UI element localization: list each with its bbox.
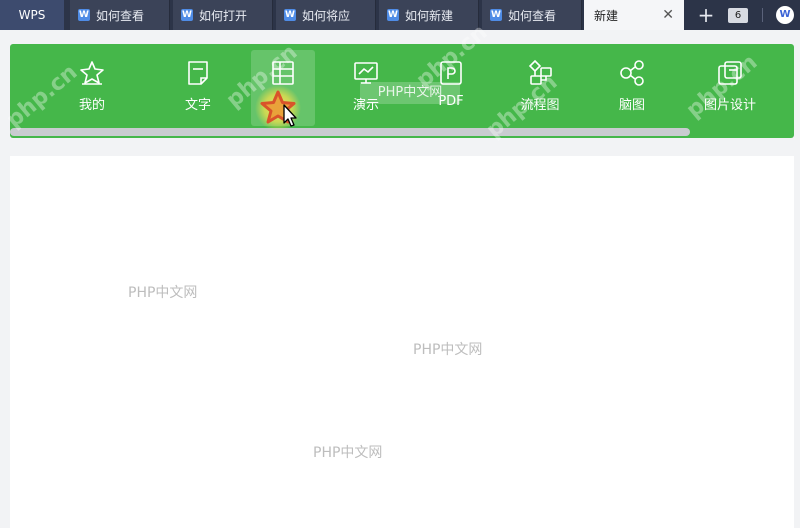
wps-writer-icon: W bbox=[181, 9, 193, 21]
watermark-overlay: PHP中文网 bbox=[360, 82, 460, 104]
category-label: 文字 bbox=[184, 98, 211, 113]
tab-label: 如何新建 bbox=[405, 8, 454, 23]
horizontal-scrollbar[interactable] bbox=[10, 128, 690, 136]
new-file-category-ribbon: 我的 文字 演示 PDF 流程图 脑图 图片设计 PHP中文网 php.cn p… bbox=[2, 20, 794, 143]
category-label: 我的 bbox=[78, 98, 105, 113]
wps-writer-icon: W bbox=[490, 9, 502, 21]
document-tab-2[interactable]: W 如何打开 bbox=[173, 0, 273, 30]
tab-label: 如何将应 bbox=[302, 8, 351, 23]
tab-label: 如何打开 bbox=[199, 8, 248, 23]
title-tab-bar: WPS W 如何查看 W 如何打开 W 如何将应 W 如何新建 W 如何查看 新… bbox=[0, 0, 800, 30]
category-label: 脑图 bbox=[618, 98, 645, 113]
tab-count-badge[interactable]: 6 bbox=[728, 8, 748, 23]
document-tab-4[interactable]: W 如何新建 bbox=[379, 0, 479, 30]
star-outline-icon bbox=[80, 61, 104, 85]
tab-label: 如何查看 bbox=[508, 8, 557, 23]
watermark-text: PHP中文网 bbox=[413, 342, 483, 358]
wps-app-tab[interactable]: WPS bbox=[0, 0, 64, 30]
divider bbox=[762, 8, 763, 22]
wps-writer-icon: W bbox=[78, 9, 90, 21]
document-tab-5[interactable]: W 如何查看 bbox=[482, 0, 582, 30]
wps-writer-icon: W bbox=[284, 9, 296, 21]
tab-label: 新建 bbox=[594, 8, 619, 23]
document-tab-3[interactable]: W 如何将应 bbox=[276, 0, 376, 30]
mouse-cursor-icon bbox=[283, 104, 297, 127]
tab-new[interactable]: 新建 ✕ bbox=[584, 0, 684, 30]
mindmap-icon bbox=[620, 60, 644, 86]
wps-writer-icon: W bbox=[387, 9, 399, 21]
watermark-text: PHP中文网 bbox=[128, 285, 198, 301]
templates-content-area: PHP中文网 PHP中文网 PHP中文网 bbox=[10, 156, 794, 528]
document-icon bbox=[188, 61, 208, 85]
category-mindmap[interactable]: 脑图 bbox=[600, 52, 664, 122]
add-tab-icon[interactable]: + bbox=[696, 4, 716, 26]
wps-account-icon[interactable]: W bbox=[776, 6, 794, 24]
close-icon[interactable]: ✕ bbox=[662, 7, 674, 23]
document-tab-1[interactable]: W 如何查看 bbox=[70, 0, 170, 30]
watermark-text: PHP中文网 bbox=[313, 445, 383, 461]
tab-label: 如何查看 bbox=[96, 8, 145, 23]
category-writer[interactable]: 文字 bbox=[166, 52, 230, 122]
